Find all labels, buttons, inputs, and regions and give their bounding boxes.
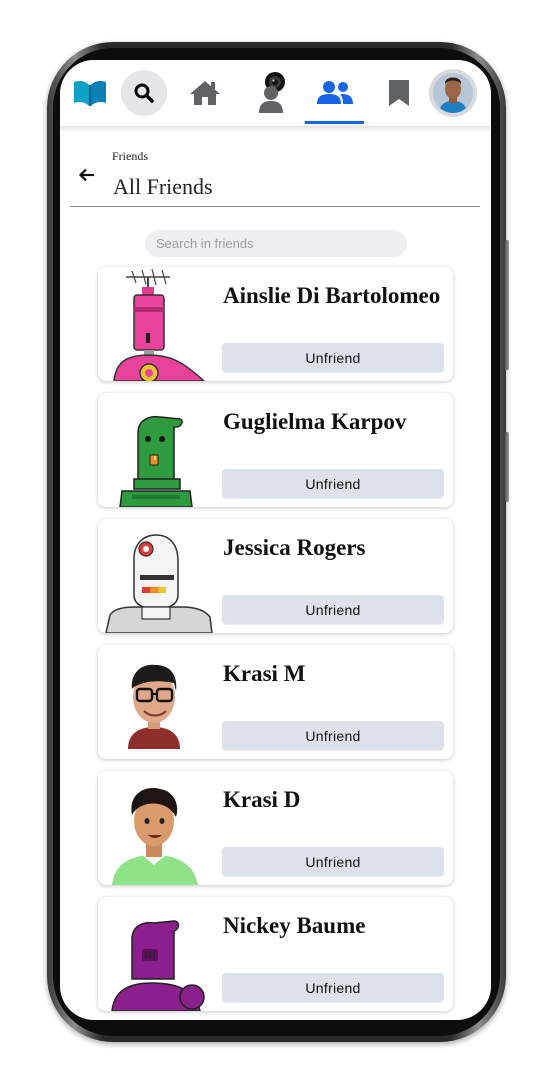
friends-icon <box>317 81 353 104</box>
friend-name[interactable]: Krasi M <box>223 661 445 687</box>
friend-name[interactable]: Krasi D <box>223 787 445 813</box>
unfriend-button[interactable]: Unfriend <box>222 847 444 876</box>
nav-logo[interactable] <box>68 60 112 126</box>
breadcrumb[interactable]: Friends <box>112 149 148 164</box>
friend-avatar <box>128 664 180 749</box>
friend-card: Krasi D Unfriend <box>98 771 453 885</box>
profile-avatar-image <box>433 73 473 113</box>
friend-card: Jessica Rogers Unfriend <box>98 519 453 633</box>
unfriend-button[interactable]: Unfriend <box>222 343 444 372</box>
nav-search-circle <box>121 70 167 116</box>
friend-avatar <box>111 920 205 1011</box>
unfriend-button[interactable]: Unfriend <box>222 595 444 624</box>
friend-avatar <box>113 268 206 381</box>
nav-active-indicator <box>305 121 364 124</box>
nav-search-button[interactable] <box>120 60 168 126</box>
header-divider <box>70 206 480 207</box>
nav-profile-button[interactable] <box>427 60 479 126</box>
search-friends-input[interactable] <box>145 230 407 257</box>
nav-home-button[interactable] <box>185 60 225 126</box>
page-title: All Friends <box>113 174 213 199</box>
nav-saved-button[interactable] <box>382 60 416 126</box>
back-arrow-icon[interactable] <box>78 166 96 184</box>
unfriend-button[interactable]: Unfriend <box>222 721 444 750</box>
nav-friends-button[interactable] <box>312 60 358 126</box>
friend-name[interactable]: Ainslie Di Bartolomeo <box>223 283 445 309</box>
unfriend-button[interactable]: Unfriend <box>222 469 444 498</box>
friend-avatar <box>119 415 193 507</box>
friend-card: Nickey Baume Unfriend <box>98 897 453 1011</box>
book-logo-icon <box>74 81 106 106</box>
unfriend-button[interactable]: Unfriend <box>222 973 444 1002</box>
friend-card: Ainslie Di Bartolomeo Unfriend <box>98 267 453 381</box>
top-navigation-bar <box>60 60 491 126</box>
user-webcam-icon <box>259 72 285 113</box>
home-icon <box>190 81 220 105</box>
friend-name[interactable]: Jessica Rogers <box>223 535 445 561</box>
search-icon <box>134 83 154 103</box>
profile-avatar <box>429 69 477 117</box>
friend-avatar <box>112 788 198 885</box>
friend-avatar <box>105 534 213 633</box>
friend-card: Krasi M Unfriend <box>98 645 453 759</box>
bookmark-icon <box>389 80 409 106</box>
app-screen: Friends All Friends Ainslie Di Bartolome… <box>60 60 491 1020</box>
phone-power-button <box>505 432 509 502</box>
friend-name[interactable]: Guglielma Karpov <box>223 409 445 435</box>
nav-watch-button[interactable] <box>250 60 294 126</box>
phone-volume-button <box>505 240 509 370</box>
friend-name[interactable]: Nickey Baume <box>223 913 445 939</box>
friend-card: Guglielma Karpov Unfriend <box>98 393 453 507</box>
